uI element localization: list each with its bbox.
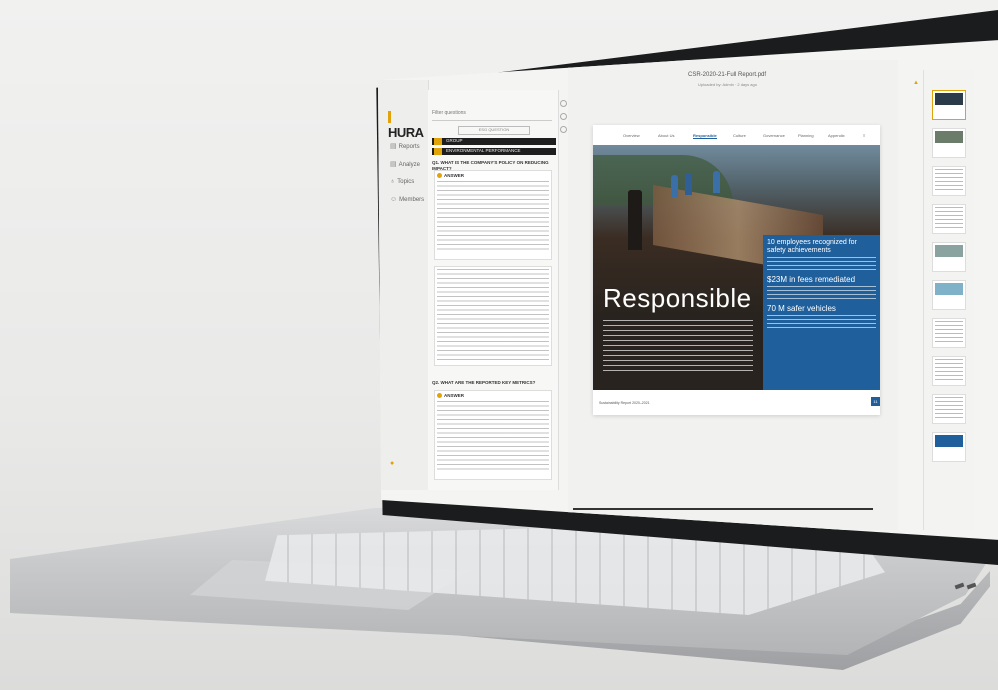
page-thumbnail[interactable] xyxy=(932,318,966,348)
brand-logo: HURA xyxy=(388,110,428,140)
tab-about[interactable]: About Us xyxy=(658,133,674,138)
page-thumbnail[interactable] xyxy=(932,166,966,196)
tool-button[interactable] xyxy=(560,100,567,107)
document-title: CSR-2020-21-Full Report.pdf xyxy=(688,72,767,78)
user-avatar[interactable]: ● xyxy=(390,460,396,467)
group-row[interactable]: ENVIRONMENTAL PERFORMANCE xyxy=(432,148,556,155)
panel-tools xyxy=(560,100,567,160)
tab-overview[interactable]: Overview xyxy=(623,133,640,138)
tab-responsible[interactable]: Responsible xyxy=(693,133,717,139)
page-thumbnail[interactable] xyxy=(932,204,966,234)
document-subtitle: Uploaded by: Admin · 2 days ago xyxy=(698,82,757,87)
answer-box: ANSWER xyxy=(434,170,552,260)
page-number: 11 xyxy=(871,397,880,406)
avatar-icon: ● xyxy=(390,460,395,467)
nav-item-reports[interactable]: ▤ Reports xyxy=(390,142,420,150)
question-title: Q2. WHAT ARE THE REPORTED KEY METRICS? xyxy=(432,380,536,385)
page-thumbnail[interactable] xyxy=(932,280,966,310)
answer-box: ANSWER xyxy=(434,390,552,480)
questions-search[interactable]: Filter questions xyxy=(432,110,552,121)
tab-culture[interactable]: Culture xyxy=(733,133,746,138)
stat-fees: $23M in fees remediated xyxy=(767,275,856,284)
laptop-screen: HURA ▤ Reports ▤ Analyze ♁ Topics ☺ Members … xyxy=(378,40,998,540)
usb-ports xyxy=(954,575,985,590)
tool-button[interactable] xyxy=(560,126,567,133)
report-body-text xyxy=(603,320,753,375)
user-icon: ☺ xyxy=(390,196,398,203)
group-row[interactable]: GROUP xyxy=(432,138,556,145)
page-thumbnail[interactable] xyxy=(932,242,966,272)
evidence-box xyxy=(434,266,552,366)
nav-item-analyze[interactable]: ▤ Analyze xyxy=(390,160,420,168)
tab-governance[interactable]: Governance xyxy=(763,133,785,138)
report-headline: Responsible xyxy=(603,283,752,313)
document-page: Overview About Us Responsible Culture Go… xyxy=(593,125,880,415)
menu-icon[interactable]: ≡ xyxy=(863,133,865,138)
stats-panel: 10 employees recognized for safety achie… xyxy=(763,235,880,390)
document-icon: ▤ xyxy=(390,143,397,150)
tab-appendix[interactable]: Appendix xyxy=(828,133,845,138)
tab-planning[interactable]: Planning xyxy=(798,133,814,138)
page-thumbnail[interactable] xyxy=(932,128,966,158)
page-footer: Sustainability Report 2020–2021 xyxy=(599,401,650,405)
answer-icon xyxy=(437,393,442,398)
page-thumbnail[interactable] xyxy=(932,432,966,462)
sidebar-nav: HURA ▤ Reports ▤ Analyze ♁ Topics ☺ Members … xyxy=(378,80,429,490)
tool-button[interactable] xyxy=(560,113,567,120)
document-viewer: CSR-2020-21-Full Report.pdf Uploaded by:… xyxy=(568,60,898,530)
stat-safety: 10 employees recognized for safety achie… xyxy=(767,239,857,254)
page-thumbnail[interactable] xyxy=(932,394,966,424)
horizontal-scrollbar[interactable] xyxy=(573,508,873,510)
lightbulb-icon: ♁ xyxy=(390,178,396,185)
report-photo: Responsible 10 employees recognized for … xyxy=(593,145,880,390)
questions-panel: Filter questions ESG QUESTION GROUP ENVI… xyxy=(428,90,559,490)
page-thumbnail[interactable] xyxy=(932,90,966,120)
question-selector[interactable]: ESG QUESTION xyxy=(458,126,530,135)
report-tabs: Overview About Us Responsible Culture Go… xyxy=(593,131,880,141)
nav-item-members[interactable]: ☺ Members xyxy=(390,196,424,203)
stat-vehicles: 70 M safer vehicles xyxy=(767,304,836,313)
page-thumbnail[interactable] xyxy=(932,356,966,386)
thumbnail-strip: › xyxy=(923,70,974,530)
chevron-up-icon[interactable]: ▲ xyxy=(913,80,919,86)
document-icon: ▤ xyxy=(390,161,397,168)
answer-icon xyxy=(437,173,442,178)
nav-item-topics[interactable]: ♁ Topics xyxy=(390,178,414,185)
